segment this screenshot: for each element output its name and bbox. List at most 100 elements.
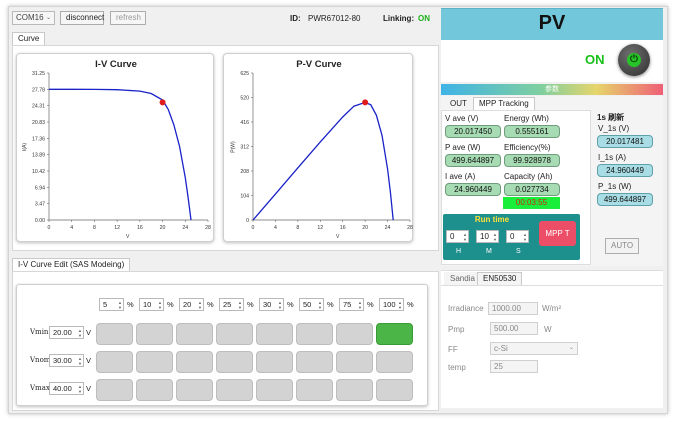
refresh-button[interactable]: refresh	[110, 11, 146, 25]
curve-cell[interactable]	[136, 323, 173, 345]
irradiance-input[interactable]: 1000.00	[488, 302, 538, 315]
pmp-input[interactable]: 500.00	[490, 322, 538, 335]
row-value-spinbox[interactable]: 20.00 ▲ ▼	[49, 326, 84, 339]
percent-spinbox[interactable]: 20 ▲ ▼	[179, 298, 204, 311]
field-value: 20.017450	[445, 125, 501, 138]
pv-ytick-label: 208	[240, 169, 249, 175]
row-label: Vmax	[30, 384, 50, 392]
id-label: ID:	[290, 14, 301, 23]
curve-cell[interactable]	[96, 323, 133, 345]
row-unit: V	[86, 328, 92, 337]
percent-spinbox[interactable]: 75 ▲ ▼	[339, 298, 364, 311]
curve-cell[interactable]	[96, 379, 133, 401]
chevron-down-icon: ⌄	[45, 15, 51, 21]
field-value: 99.928978	[504, 154, 560, 167]
curve-cell[interactable]	[296, 351, 333, 373]
curve-cell[interactable]	[376, 379, 413, 401]
ff-value: c-Si	[494, 344, 508, 353]
iv-xtick-label: 24	[182, 225, 188, 231]
pv-ylabel: P(W)	[230, 141, 237, 153]
curve-cell[interactable]	[256, 323, 293, 345]
iv-ytick-label: 3.47	[35, 202, 45, 208]
power-button[interactable]: ⏻	[618, 44, 650, 76]
minutes-spinbox[interactable]: 10 ▲ ▼	[476, 230, 499, 243]
iv-ytick-label: 13.89	[32, 153, 45, 159]
row-value-spinbox[interactable]: 40.00 ▲ ▼	[49, 382, 84, 395]
curve-cell[interactable]	[96, 351, 133, 373]
percent-spinbox[interactable]: 100 ▲ ▼	[379, 298, 404, 311]
iv-xtick-label: 8	[93, 225, 96, 231]
run-time-box: Run time 0 ▲ ▼ 10 ▲ ▼ 0 ▲ ▼ H M S MPP T	[443, 214, 580, 260]
tab-curve[interactable]: Curve	[12, 32, 46, 45]
refresh-field-value: 24.960449	[597, 164, 653, 177]
percent-sign: %	[127, 300, 134, 309]
curve-cell[interactable]	[376, 351, 413, 373]
pv-ytick-label: 104	[240, 194, 249, 200]
row-unit: V	[86, 356, 92, 365]
refresh-field-label: I_1s (A)	[598, 153, 627, 162]
refresh-title: 1s 刷新	[597, 113, 625, 122]
pv-ytick-label: 520	[240, 96, 249, 102]
tab-mpp-tracking[interactable]: MPP Tracking	[473, 97, 535, 110]
curve-cell[interactable]	[136, 379, 173, 401]
irradiance-label: Irradiance	[448, 304, 484, 313]
pmp-unit: W	[544, 325, 552, 334]
iv-ytick-label: 0.00	[35, 218, 45, 224]
tab-out[interactable]: OUT	[444, 97, 473, 110]
curve-cell[interactable]	[216, 323, 253, 345]
iv-ytick-label: 27.78	[32, 87, 45, 93]
percent-spinbox[interactable]: 10 ▲ ▼	[139, 298, 164, 311]
iv-xtick-label: 20	[160, 225, 166, 231]
pv-xtick-label: 28	[407, 225, 413, 231]
curve-cell[interactable]	[176, 379, 213, 401]
curve-cell[interactable]	[296, 323, 333, 345]
percent-sign: %	[207, 300, 214, 309]
curve-cell[interactable]	[256, 351, 293, 373]
curve-cell[interactable]	[216, 379, 253, 401]
percent-sign: %	[327, 300, 334, 309]
tab-sas-edit[interactable]: I-V Curve Edit (SAS Modeing)	[12, 258, 131, 272]
curve-cell[interactable]	[176, 351, 213, 373]
pv-ytick-label: 625	[240, 71, 249, 77]
curve-cell[interactable]	[376, 323, 413, 345]
disconnect-button[interactable]: disconnect	[60, 11, 104, 25]
tab-sandia[interactable]: Sandia	[444, 272, 481, 285]
curve-cell[interactable]	[336, 323, 373, 345]
seconds-spinbox[interactable]: 0 ▲ ▼	[506, 230, 529, 243]
irradiance-unit: W/m²	[542, 304, 562, 313]
pv-header: PV	[441, 8, 663, 40]
mpp-track-button[interactable]: MPP T	[539, 221, 576, 246]
on-status: ON	[585, 52, 605, 67]
row-value-spinbox[interactable]: 30.00 ▲ ▼	[49, 354, 84, 367]
curve-cell[interactable]	[216, 351, 253, 373]
hours-spinbox[interactable]: 0 ▲ ▼	[446, 230, 469, 243]
percent-spinbox[interactable]: 30 ▲ ▼	[259, 298, 284, 311]
tab-en50530[interactable]: EN50530	[477, 272, 523, 285]
curve-cell[interactable]	[296, 379, 333, 401]
percent-spinbox[interactable]: 50 ▲ ▼	[299, 298, 324, 311]
percent-spinbox[interactable]: 5 ▲ ▼	[99, 298, 124, 311]
curve-cell[interactable]	[176, 323, 213, 345]
params-section-bar: 参数	[441, 84, 663, 95]
iv-xtick-label: 16	[137, 225, 143, 231]
curve-cell[interactable]	[336, 351, 373, 373]
ff-select[interactable]: c-Si ⌄	[490, 342, 578, 355]
linking-label: Linking:	[383, 14, 415, 23]
iv-ytick-label: 10.42	[32, 169, 45, 175]
auto-button[interactable]: AUTO	[605, 238, 639, 254]
curve-cell[interactable]	[136, 351, 173, 373]
timer-display: 00:03:55	[503, 197, 560, 209]
iv-ylabel: I(A)	[22, 142, 29, 152]
port-select[interactable]: COM16 ⌄	[12, 11, 55, 25]
curve-cell[interactable]	[336, 379, 373, 401]
curve-cell[interactable]	[256, 379, 293, 401]
pv-ytick-label: 416	[240, 120, 249, 126]
row-unit: V	[86, 384, 92, 393]
temp-input[interactable]: 25	[490, 360, 538, 373]
chevron-down-icon: ⌄	[568, 345, 574, 351]
refresh-field-label: V_1s (V)	[598, 124, 630, 133]
percent-sign: %	[407, 300, 414, 309]
percent-spinbox[interactable]: 25 ▲ ▼	[219, 298, 244, 311]
params-divider	[441, 285, 663, 286]
minutes-label: M	[486, 248, 492, 255]
